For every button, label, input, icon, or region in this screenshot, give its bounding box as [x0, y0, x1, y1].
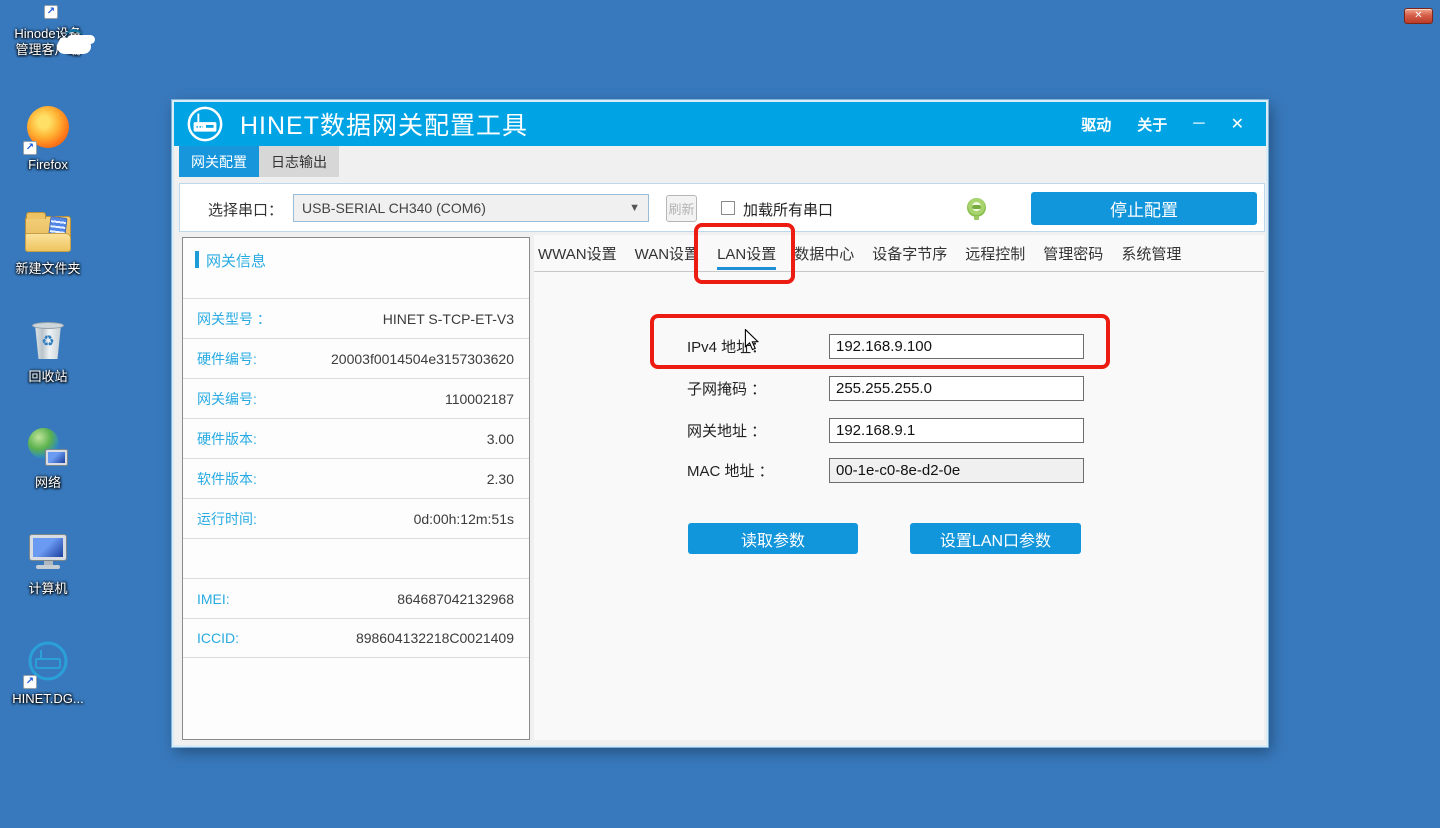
main-tab-bar: 网关配置 日志输出: [174, 146, 1266, 177]
network-icon: [28, 428, 68, 466]
info-row-uptime: 运行时间: 0d:00h:12m:51s: [183, 498, 529, 538]
about-button[interactable]: 关于: [1137, 114, 1167, 135]
icon-label: 网络: [0, 475, 96, 491]
info-row-empty: [183, 538, 529, 578]
desktop-icon-hinode-client[interactable]: ↗ Hinode设备 管理客户端: [0, 4, 96, 58]
window-title: HINET数据网关配置工具: [240, 106, 528, 142]
tab-lan-settings[interactable]: LAN设置: [717, 236, 776, 270]
recycle-bin-icon: ♻: [32, 322, 64, 360]
desktop-icon-hinet-dg[interactable]: ↗ HINET.DG...: [0, 640, 96, 707]
gateway-label: 网关地址 ：: [687, 420, 766, 441]
shortcut-arrow-icon: ↗: [44, 5, 58, 19]
device-status-icon: [967, 198, 986, 217]
info-row-model: 网关型号 ： HINET S-TCP-ET-V3: [183, 298, 529, 338]
settings-panel: WWAN设置 WAN设置 LAN设置 数据中心 设备字节序 远程控制 管理密码 …: [534, 235, 1264, 740]
tab-admin-password[interactable]: 管理密码: [1043, 236, 1103, 270]
mac-input[interactable]: [829, 458, 1084, 483]
gateway-info-panel: 网关信息 网关型号 ： HINET S-TCP-ET-V3 硬件编号: 2000…: [182, 237, 530, 740]
info-row-iccid: ICCID: 898604132218C0021409: [183, 618, 529, 658]
info-row-gateway-id: 网关编号: 110002187: [183, 378, 529, 418]
serial-port-label: 选择串口：: [208, 199, 283, 220]
stop-config-button[interactable]: 停止配置: [1031, 192, 1257, 225]
refresh-button[interactable]: 刷新: [666, 195, 697, 222]
screen-close-button[interactable]: ✕: [1404, 8, 1433, 24]
close-button[interactable]: ✕: [1231, 114, 1244, 134]
gateway-input[interactable]: [829, 418, 1084, 443]
tab-remote-control[interactable]: 远程控制: [965, 236, 1025, 270]
subnet-label: 子网掩码 ：: [687, 378, 766, 399]
info-row-imei: IMEI: 864687042132968: [183, 578, 529, 618]
app-window: HINET数据网关配置工具 驱动 关于 ─ ✕ 网关配置 日志输出 选择串口： …: [172, 100, 1268, 747]
serial-toolbar: 选择串口： USB-SERIAL CH340 (COM6) ▼ 刷新 加载所有串…: [179, 183, 1265, 232]
gateway-info-title: 网关信息: [206, 250, 266, 271]
tab-gateway-config[interactable]: 网关配置: [179, 146, 259, 177]
titlebar: HINET数据网关配置工具 驱动 关于 ─ ✕: [174, 102, 1266, 146]
tab-log-output[interactable]: 日志输出: [259, 146, 339, 177]
app-logo-icon: [186, 105, 224, 143]
serial-port-value: USB-SERIAL CH340 (COM6): [294, 200, 486, 216]
icon-label: HINET.DG...: [0, 691, 96, 707]
tab-wwan-settings[interactable]: WWAN设置: [538, 236, 617, 270]
section-accent-bar: [195, 251, 199, 268]
tab-device-byte-order[interactable]: 设备字节序: [872, 236, 947, 270]
set-lan-params-button[interactable]: 设置LAN口参数: [910, 523, 1081, 554]
minimize-button[interactable]: ─: [1193, 115, 1204, 133]
tab-system-management[interactable]: 系统管理: [1121, 236, 1181, 270]
driver-button[interactable]: 驱动: [1081, 114, 1111, 135]
desktop-icon-network[interactable]: 网络: [0, 428, 96, 491]
desktop-icon-computer[interactable]: 计算机: [0, 534, 96, 597]
tab-data-center[interactable]: 数据中心: [794, 236, 854, 270]
chevron-down-icon: ▼: [629, 202, 648, 214]
info-row-hardware-id: 硬件编号: 20003f0014504e3157303620: [183, 338, 529, 378]
computer-icon: [27, 534, 69, 572]
icon-label: 新建文件夹: [0, 261, 96, 277]
mac-label: MAC 地址 ：: [687, 460, 774, 481]
icon-label: 回收站: [0, 369, 96, 385]
info-row-hw-version: 硬件版本: 3.00: [183, 418, 529, 458]
subnet-input[interactable]: [829, 376, 1084, 401]
shortcut-arrow-icon: ↗: [23, 141, 37, 155]
tab-wan-settings[interactable]: WAN设置: [635, 236, 699, 270]
load-all-ports-checkbox[interactable]: [721, 201, 735, 215]
desktop-icon-firefox[interactable]: ↗ Firefox: [0, 106, 96, 173]
shortcut-arrow-icon: ↗: [23, 675, 37, 689]
serial-port-select[interactable]: USB-SERIAL CH340 (COM6) ▼: [293, 194, 649, 222]
ipv4-label: IPv4 地址：: [687, 336, 766, 357]
desktop-icon-new-folder[interactable]: 新建文件夹: [0, 212, 96, 277]
ipv4-input[interactable]: [829, 334, 1084, 359]
desktop-icon-recycle-bin[interactable]: ♻ 回收站: [0, 320, 96, 385]
icon-label: Firefox: [0, 157, 96, 173]
info-row-sw-version: 软件版本: 2.30: [183, 458, 529, 498]
load-all-ports-label: 加载所有串口: [743, 199, 833, 220]
settings-tab-bar: WWAN设置 WAN设置 LAN设置 数据中心 设备字节序 远程控制 管理密码 …: [534, 235, 1264, 272]
read-params-button[interactable]: 读取参数: [688, 523, 858, 554]
icon-label: 计算机: [0, 581, 96, 597]
folder-icon: [25, 216, 71, 252]
